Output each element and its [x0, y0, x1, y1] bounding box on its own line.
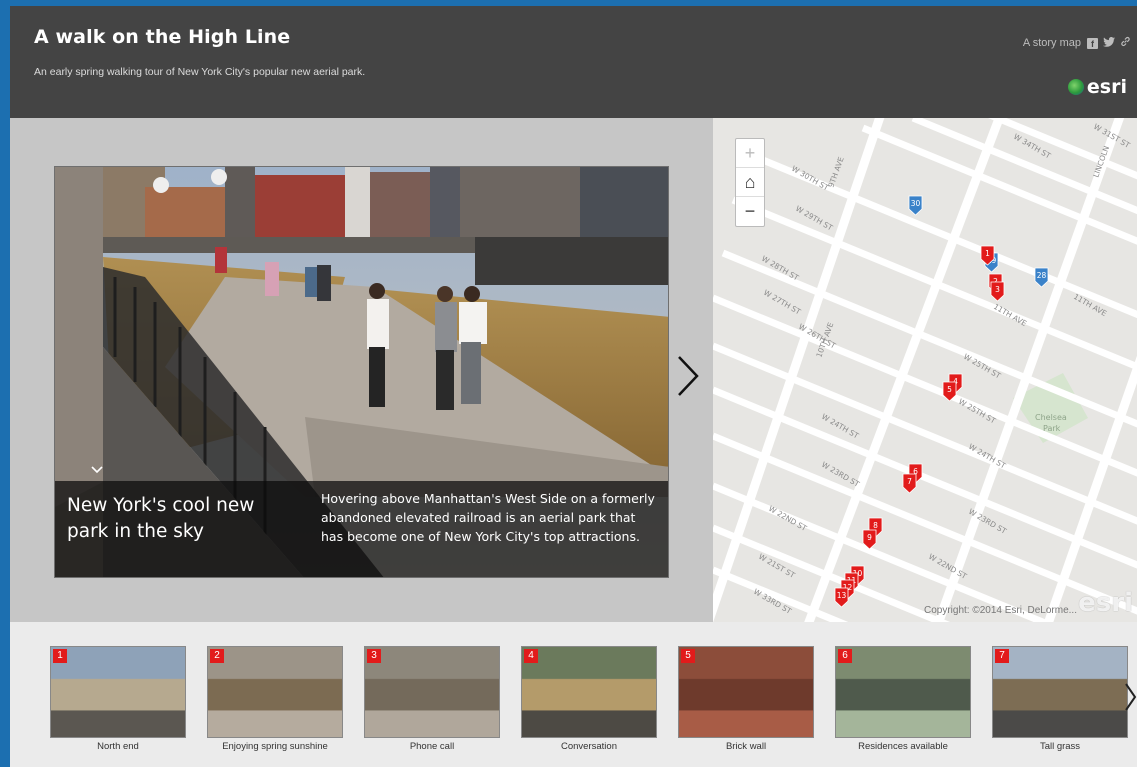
map-marker-number: 7 [907, 477, 912, 486]
map-marker-number: 8 [873, 521, 878, 530]
map-marker-number: 3 [995, 285, 1000, 294]
thumbnail-label: Phone call [409, 741, 455, 752]
thumbnail-item[interactable]: 3 Phone call [364, 646, 500, 752]
street-map[interactable]: W 30TH STW 29TH STW 28TH STW 27TH STW 26… [713, 118, 1137, 622]
thumbnail-label: Tall grass [1039, 741, 1081, 752]
thumbnail-label: Brick wall [725, 741, 767, 752]
main-photo: New York's cool new park in the sky Hove… [54, 166, 669, 578]
page-title: A walk on the High Line [34, 26, 291, 48]
thumbnail-number: 1 [53, 649, 67, 663]
next-entry-arrow-icon[interactable] [676, 354, 700, 398]
caption-box: New York's cool new park in the sky Hove… [55, 466, 668, 577]
header: A walk on the High Line An early spring … [10, 6, 1137, 118]
thumbnail-item[interactable]: 2 Enjoying spring sunshine [207, 646, 343, 752]
park-label: Chelsea [1035, 413, 1067, 422]
thumbnail-image: 3 [364, 646, 500, 738]
map-panel[interactable]: W 30TH ST W 29TH ST W 28TH ST W 27TH ST W 26… [713, 118, 1137, 622]
map-marker-number: 13 [837, 591, 847, 600]
map-copyright: Copyright: ©2014 Esri, DeLorme... [924, 605, 1077, 616]
thumbnail-number: 6 [838, 649, 852, 663]
thumbnail-number: 5 [681, 649, 695, 663]
thumbnail-image: 4 [521, 646, 657, 738]
media-panel: New York's cool new park in the sky Hove… [10, 118, 713, 622]
map-marker-number: 9 [867, 533, 872, 542]
facebook-icon[interactable]: f [1087, 37, 1098, 49]
thumbnail-label: Residences available [858, 741, 948, 752]
thumbnail-label: Enjoying spring sunshine [222, 741, 328, 752]
esri-logo[interactable]: esri [1067, 76, 1127, 98]
thumbnail-item[interactable]: 1 North end [50, 646, 186, 752]
story-map-label: A story map [1022, 37, 1081, 49]
map-marker-number: 28 [1037, 271, 1047, 280]
thumbnail-image: 7 [992, 646, 1128, 738]
carousel-next-arrow-icon[interactable] [1124, 682, 1137, 712]
map-marker-number: 30 [911, 199, 921, 208]
thumbnail-item[interactable]: 4 Conversation [521, 646, 657, 752]
thumbnail-number: 2 [210, 649, 224, 663]
map-esri-watermark: esri [1078, 588, 1133, 618]
esri-globe-icon [1067, 79, 1084, 95]
caption-title: New York's cool new park in the sky [67, 495, 255, 542]
story-map-share: A story map f [1023, 36, 1131, 50]
zoom-in-button[interactable]: + [736, 139, 764, 168]
home-button[interactable]: ⌂ [736, 168, 764, 197]
map-marker-number: 1 [985, 249, 990, 258]
thumbnail-item[interactable]: 6 Residences available [835, 646, 971, 752]
thumbnail-number: 4 [524, 649, 538, 663]
park-label: Park [1043, 424, 1061, 433]
thumbnail-number: 3 [367, 649, 381, 663]
twitter-icon[interactable] [1103, 36, 1115, 50]
thumbnail-image: 6 [835, 646, 971, 738]
caption-text: Hovering above Manhattan's West Side on … [321, 491, 655, 544]
chevron-down-icon[interactable] [91, 461, 103, 477]
map-marker-number: 5 [947, 385, 952, 394]
zoom-control: + ⌂ − [735, 138, 765, 227]
thumbnail-label: Conversation [561, 741, 617, 752]
thumbnail-item[interactable]: 5 Brick wall [678, 646, 814, 752]
thumbnail-carousel: 1 North end 2 Enjoying spring sunshine 3… [10, 622, 1137, 767]
thumbnail-label: North end [97, 741, 139, 752]
link-icon[interactable] [1120, 36, 1131, 50]
page-subtitle: An early spring walking tour of New York… [34, 66, 366, 78]
thumbnail-image: 1 [50, 646, 186, 738]
thumbnail-image: 5 [678, 646, 814, 738]
thumbnail-item[interactable]: 7 Tall grass [992, 646, 1128, 752]
share-icons: f [1087, 36, 1131, 50]
zoom-out-button[interactable]: − [736, 197, 764, 226]
thumbnail-image: 2 [207, 646, 343, 738]
thumbnail-number: 7 [995, 649, 1009, 663]
story-map-frame: A walk on the High Line An early spring … [10, 6, 1137, 767]
